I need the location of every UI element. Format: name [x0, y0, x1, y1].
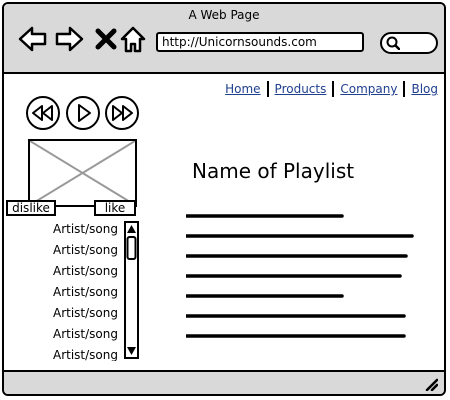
list-item[interactable]: Artist/song [24, 263, 122, 284]
dislike-button[interactable]: dislike [6, 200, 56, 216]
rewind-button[interactable] [26, 96, 60, 130]
playlist-title: Name of Playlist [192, 159, 355, 183]
placeholder-text-scribble [186, 214, 414, 338]
nav-products[interactable]: Products [269, 82, 333, 96]
scroll-up-icon [127, 225, 136, 233]
top-nav: Home Products Company Blog [219, 81, 444, 97]
browser-window: A Web Page http://Unicornsounds.com Home [2, 2, 446, 396]
play-icon [78, 104, 91, 122]
list-item[interactable]: Artist/song [24, 284, 122, 305]
list-item[interactable]: Artist/song [24, 326, 122, 347]
search-field[interactable] [380, 32, 438, 54]
list-item[interactable]: Artist/song [24, 347, 122, 361]
fast-forward-icon [112, 105, 133, 121]
rewind-icon [32, 105, 53, 121]
playlist-list: Artist/song Artist/song Artist/song Arti… [24, 221, 122, 361]
play-button[interactable] [66, 96, 100, 130]
back-arrow-icon[interactable] [18, 24, 48, 54]
scroll-down-icon [127, 347, 136, 355]
fast-forward-button[interactable] [105, 96, 139, 130]
album-art-placeholder [28, 139, 137, 207]
window-title: A Web Page [188, 8, 260, 22]
like-button[interactable]: like [94, 200, 136, 216]
address-bar[interactable]: http://Unicornsounds.com [156, 32, 364, 52]
nav-home[interactable]: Home [219, 82, 266, 96]
browser-chrome: A Web Page http://Unicornsounds.com [4, 4, 444, 74]
list-item[interactable]: Artist/song [24, 242, 122, 263]
nav-company[interactable]: Company [334, 82, 403, 96]
resize-grip-icon[interactable] [424, 377, 438, 391]
search-icon [386, 36, 400, 50]
list-item[interactable]: Artist/song [24, 305, 122, 326]
image-placeholder-icon [29, 140, 136, 206]
scrollbar-track [126, 225, 137, 355]
list-scrollbar[interactable] [124, 221, 139, 359]
forward-arrow-icon[interactable] [54, 24, 84, 54]
nav-blog[interactable]: Blog [405, 82, 444, 96]
status-bar [4, 370, 444, 394]
scroll-thumb [126, 236, 137, 260]
list-item[interactable]: Artist/song [24, 221, 122, 242]
home-icon[interactable] [118, 24, 148, 54]
